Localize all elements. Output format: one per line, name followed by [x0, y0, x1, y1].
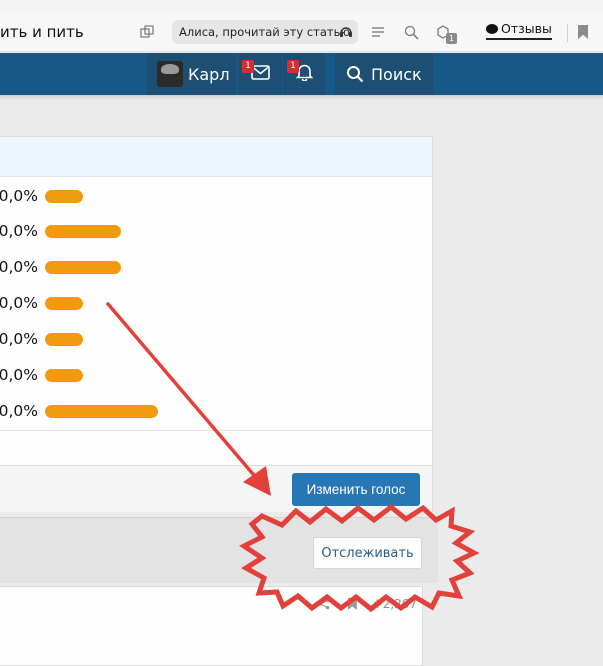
poll-percent: 0,0%: [0, 187, 38, 205]
poll-bar: [45, 333, 83, 346]
poll-header: [0, 137, 432, 177]
bookmark-icon[interactable]: [578, 25, 588, 39]
post-card: #2,267: [0, 586, 423, 666]
poll-row: 20,0%: [0, 219, 432, 243]
reviews-button[interactable]: Отзывы: [486, 21, 552, 40]
thread-actions-bar: Отслеживать: [0, 517, 438, 583]
change-vote-button[interactable]: Изменить голос: [292, 473, 420, 506]
poll-row: 0,0%: [0, 363, 432, 387]
toolbar-divider: [567, 24, 568, 42]
poll-row: 0,0%: [0, 291, 432, 315]
follow-button[interactable]: Отслеживать: [313, 537, 422, 569]
poll-row: 0,0%: [0, 327, 432, 351]
extension-badge: 1: [446, 33, 457, 44]
post-tools: #2,267: [318, 597, 417, 613]
poll-bar: [45, 190, 83, 203]
avatar: [157, 61, 183, 87]
page-title-tab: ить и пить: [0, 23, 84, 41]
alerts-button[interactable]: 1: [283, 53, 325, 95]
post-counter[interactable]: #2,267: [373, 597, 417, 611]
copy-icon[interactable]: [138, 23, 156, 41]
poll-percent: 20,0%: [0, 222, 38, 240]
alerts-badge: 1: [287, 60, 299, 73]
window-top-strip: [0, 0, 603, 12]
poll-bar: [45, 405, 158, 418]
poll-row: 0,0%: [0, 184, 432, 208]
poll-percent: 20,0%: [0, 258, 38, 276]
messages-button[interactable]: 1: [238, 53, 282, 95]
extension-icon[interactable]: 1: [434, 23, 457, 44]
reader-mode-icon[interactable]: [369, 23, 387, 41]
alisa-read-label: Алиса, прочитай эту статью: [179, 25, 351, 39]
poll-results-card: 0,0% 20,0% 20,0% 0,0% 0,0% 0,0% 40,0% Из…: [0, 136, 433, 512]
poll-bar: [45, 369, 83, 382]
bookmark-post-icon[interactable]: [347, 598, 357, 610]
search-label: Поиск: [371, 64, 422, 84]
search-button[interactable]: Поиск: [335, 53, 433, 95]
search-icon: [346, 65, 364, 83]
poll-footer: Изменить голос: [0, 465, 432, 512]
site-navigation-bar: Карл 1 1 Поиск: [0, 53, 603, 95]
speech-bubble-icon: [486, 24, 498, 34]
poll-row: 40,0%: [0, 399, 432, 423]
poll-bar: [45, 261, 121, 274]
browser-toolbar: ить и пить Алиса, прочитай эту статью 1 …: [0, 12, 603, 52]
poll-percent: 0,0%: [0, 294, 38, 312]
messages-badge: 1: [242, 60, 254, 73]
poll-percent: 0,0%: [0, 366, 38, 384]
poll-percent: 40,0%: [0, 402, 38, 420]
poll-percent: 0,0%: [0, 330, 38, 348]
poll-divider: [0, 430, 432, 431]
poll-row: 20,0%: [0, 255, 432, 279]
share-icon[interactable]: [318, 598, 330, 613]
alisa-read-button[interactable]: Алиса, прочитай эту статью: [172, 20, 358, 44]
translate-icon[interactable]: [402, 23, 420, 41]
reviews-label: Отзывы: [501, 21, 552, 36]
user-name: Карл: [188, 64, 230, 84]
headphones-icon: [339, 25, 353, 41]
poll-bar: [45, 225, 121, 238]
user-menu-button[interactable]: Карл: [147, 53, 236, 95]
nav-shadow: [0, 95, 603, 100]
poll-bar: [45, 297, 83, 310]
